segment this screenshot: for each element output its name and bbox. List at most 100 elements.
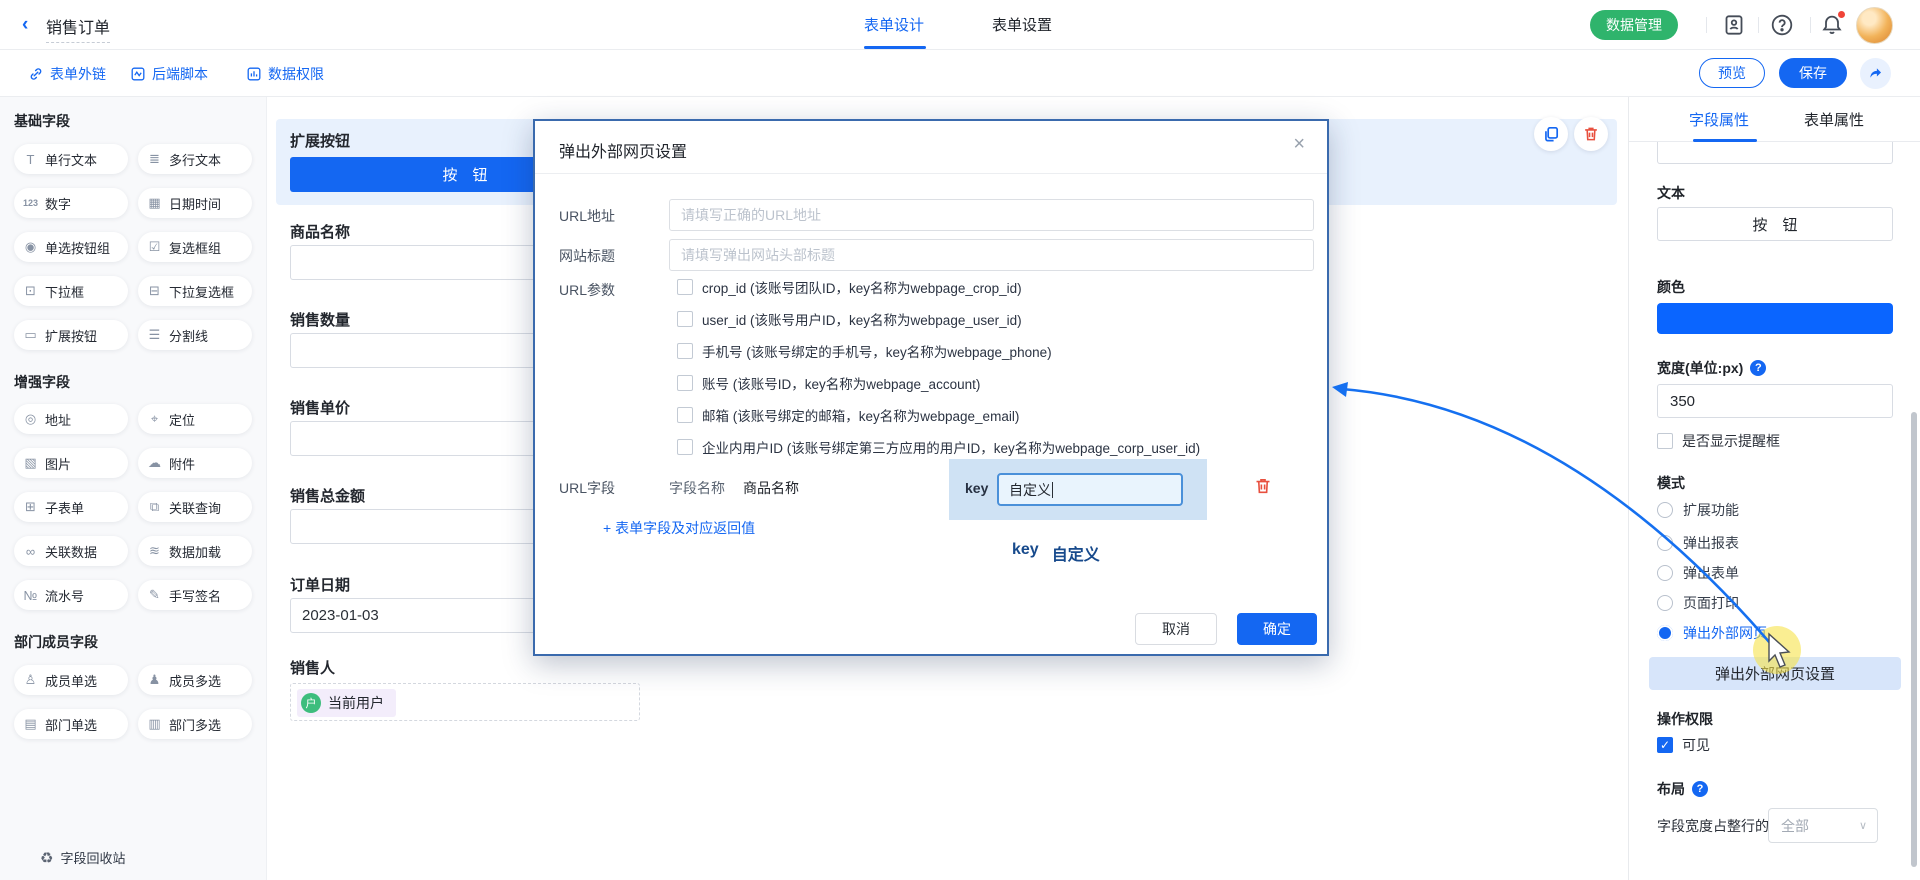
notification-bell-icon[interactable]	[1820, 13, 1844, 37]
palette-item-attachment[interactable]: ☁附件	[138, 448, 252, 478]
mode-option-popup-form[interactable]: 弹出表单	[1657, 563, 1739, 583]
site-title-input[interactable]	[669, 239, 1314, 271]
url-input[interactable]	[669, 199, 1314, 231]
field-label-product-name: 商品名称	[290, 221, 350, 239]
divider	[1758, 17, 1759, 33]
layout-width-dropdown[interactable]: 全部 ∨	[1768, 808, 1878, 843]
color-swatch[interactable]	[1657, 303, 1893, 334]
form-title[interactable]: 销售订单	[46, 14, 110, 43]
field-label-total-amount: 销售总金额	[290, 485, 365, 503]
data-permission-label: 数据权限	[268, 64, 324, 84]
email-checkbox[interactable]	[677, 407, 693, 423]
copy-field-button[interactable]	[1534, 117, 1568, 151]
back-icon[interactable]: ‹	[22, 14, 28, 36]
user-id-checkbox[interactable]	[677, 311, 693, 327]
copy-icon	[1542, 125, 1560, 143]
tab-field-properties[interactable]: 字段属性	[1689, 109, 1749, 130]
palette-item-linked-query[interactable]: ⧉关联查询	[138, 492, 252, 522]
reminder-row: 是否显示提醒框	[1657, 431, 1780, 451]
account-checkbox[interactable]	[677, 375, 693, 391]
delete-key-row-button[interactable]	[1253, 476, 1273, 496]
palette-item-dept-single[interactable]: ▤部门单选	[14, 709, 128, 739]
number-icon: 123	[23, 198, 38, 208]
mode-option-popup-webpage[interactable]: 弹出外部网页	[1657, 623, 1767, 643]
palette-item-datetime[interactable]: ▦日期时间	[138, 188, 252, 218]
palette-item-subform[interactable]: ⊞子表单	[14, 492, 128, 522]
section-title-basic: 基础字段	[14, 111, 70, 131]
palette-item-image[interactable]: ▧图片	[14, 448, 128, 478]
user-avatar[interactable]	[1856, 7, 1893, 44]
field-recycle-bin[interactable]: ♻ 字段回收站	[40, 848, 125, 867]
save-button[interactable]: 保存	[1779, 58, 1847, 88]
data-manage-button[interactable]: 数据管理	[1590, 10, 1678, 40]
cancel-button[interactable]: 取消	[1135, 613, 1217, 645]
crop-id-checkbox[interactable]	[677, 279, 693, 295]
tab-form-settings[interactable]: 表单设置	[992, 14, 1052, 35]
confirm-button[interactable]: 确定	[1237, 613, 1317, 645]
button-text-input[interactable]	[1657, 207, 1893, 241]
palette-item-serial-number[interactable]: №流水号	[14, 580, 128, 610]
mode-option-popup-report[interactable]: 弹出报表	[1657, 533, 1739, 553]
palette-item-radio-group[interactable]: ◉单选按钮组	[14, 232, 128, 262]
mode-option-extend[interactable]: 扩展功能	[1657, 500, 1739, 520]
tab-form-properties[interactable]: 表单属性	[1804, 109, 1864, 130]
palette-item-location[interactable]: ⌖定位	[138, 404, 252, 434]
salesperson-member-box[interactable]: 户 当前用户	[290, 683, 640, 721]
dropdown-multi-icon: ⊟	[147, 283, 162, 299]
help-icon[interactable]	[1770, 13, 1794, 37]
visible-checkbox[interactable]: ✓	[1657, 737, 1673, 753]
reminder-checkbox[interactable]	[1657, 433, 1673, 449]
field-label-sales-qty: 销售数量	[290, 309, 350, 327]
panel-scrollbar[interactable]	[1911, 412, 1917, 867]
data-permission-menu[interactable]: 数据权限	[246, 64, 324, 84]
backend-script-menu[interactable]: 后端脚本	[130, 64, 208, 84]
width-help-icon[interactable]: ?	[1750, 360, 1766, 376]
palette-item-signature[interactable]: ✎手写签名	[138, 580, 252, 610]
url-params-label: URL参数	[559, 280, 615, 300]
palette-item-extend-button[interactable]: ▭扩展按钮	[14, 320, 128, 350]
palette-item-single-text[interactable]: T单行文本	[14, 144, 128, 174]
palette-item-dropdown-multi[interactable]: ⊟下拉复选框	[138, 276, 252, 306]
palette-item-member-single[interactable]: ♙成员单选	[14, 665, 128, 695]
data-load-icon: ≋	[147, 543, 162, 559]
palette-item-address[interactable]: ◎地址	[14, 404, 128, 434]
clipped-input-stub[interactable]	[1657, 142, 1893, 164]
layout-help-icon[interactable]: ?	[1692, 781, 1708, 797]
attachment-icon: ☁	[147, 455, 162, 471]
delete-field-button[interactable]	[1574, 117, 1608, 151]
popup-webpage-settings-button[interactable]: 弹出外部网页设置	[1649, 657, 1901, 690]
share-button[interactable]	[1860, 58, 1891, 89]
palette-item-linked-data[interactable]: ∞关联数据	[14, 536, 128, 566]
mode-option-page-print[interactable]: 页面打印	[1657, 593, 1739, 613]
chevron-down-icon: ∨	[1859, 819, 1867, 832]
multi-text-icon: ≣	[147, 151, 162, 167]
field-palette: 基础字段 T单行文本 ≣多行文本 123数字 ▦日期时间 ◉单选按钮组 ☑复选框…	[0, 97, 267, 880]
close-icon[interactable]: ×	[1293, 133, 1305, 156]
palette-item-member-multi[interactable]: ♟成员多选	[138, 665, 252, 695]
permission-section-label: 操作权限	[1657, 709, 1713, 729]
script-icon	[130, 66, 146, 82]
layout-width-row-label: 字段宽度占整行的	[1657, 816, 1769, 836]
key-value-input[interactable]: 自定义	[997, 473, 1183, 506]
palette-item-divider[interactable]: ☰分割线	[138, 320, 252, 350]
width-input[interactable]	[1657, 384, 1893, 418]
preview-button[interactable]: 预览	[1699, 58, 1765, 88]
dept-multi-icon: ▥	[147, 716, 162, 732]
palette-item-dept-multi[interactable]: ▥部门多选	[138, 709, 252, 739]
palette-item-multi-text[interactable]: ≣多行文本	[138, 144, 252, 174]
external-link-menu[interactable]: 表单外链	[28, 64, 106, 84]
contacts-icon[interactable]	[1722, 13, 1746, 37]
tab-form-design[interactable]: 表单设计	[864, 14, 924, 35]
current-user-chip[interactable]: 户 当前用户	[297, 689, 396, 717]
palette-item-data-load[interactable]: ≋数据加载	[138, 536, 252, 566]
param-row-account: 账号 (该账号ID，key名称为webpage_account)	[677, 373, 980, 393]
phone-checkbox[interactable]	[677, 343, 693, 359]
field-name-value: 商品名称	[743, 478, 799, 498]
corp-user-id-checkbox[interactable]	[677, 439, 693, 455]
location-icon: ⌖	[147, 411, 162, 427]
palette-item-number[interactable]: 123数字	[14, 188, 128, 218]
share-arrow-icon	[1867, 65, 1884, 82]
palette-item-checkbox-group[interactable]: ☑复选框组	[138, 232, 252, 262]
palette-item-dropdown[interactable]: ⊡下拉框	[14, 276, 128, 306]
add-form-field-link[interactable]: + 表单字段及对应返回值	[603, 518, 755, 538]
